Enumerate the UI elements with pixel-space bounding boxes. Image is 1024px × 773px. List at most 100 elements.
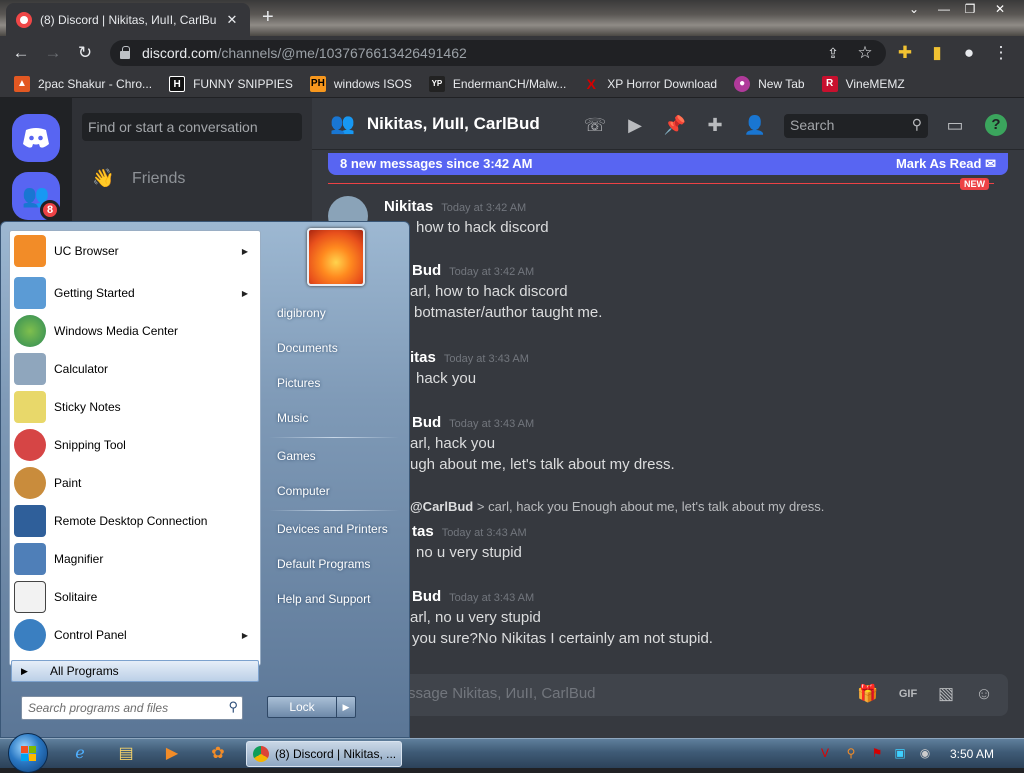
place-documents[interactable]: Documents — [277, 341, 338, 355]
message-author[interactable]: Bud — [412, 414, 441, 431]
friends-nav-item[interactable]: 👋 Friends — [92, 168, 185, 190]
help-icon[interactable]: ? — [985, 114, 1007, 136]
bookmark-item[interactable]: X XP Horror Download — [583, 76, 718, 92]
voice-call-icon[interactable]: ☏ — [583, 113, 607, 137]
reply-reference[interactable]: @CarlBud > carl, hack you Enough about m… — [410, 499, 824, 514]
member-list-icon[interactable]: 👤 — [743, 113, 767, 137]
address-bar[interactable]: discord.com/channels/@me/103767661342649… — [110, 40, 886, 66]
program-label: Sticky Notes — [54, 400, 121, 414]
internet-explorer-icon[interactable]: ℯ — [68, 742, 92, 766]
program-paint[interactable]: Paint — [12, 465, 258, 501]
add-friends-to-dm-icon[interactable]: ✚ — [703, 113, 727, 137]
program-calculator[interactable]: Calculator — [12, 351, 258, 387]
program-solitaire[interactable]: Solitaire — [12, 579, 258, 615]
star-icon[interactable]: ☆ — [854, 42, 876, 64]
program-sticky-notes[interactable]: Sticky Notes — [12, 389, 258, 425]
dm-search-input[interactable]: Find or start a conversation — [82, 113, 302, 141]
inbox-icon[interactable]: ▭ — [943, 113, 967, 137]
place-devices-printers[interactable]: Devices and Printers — [277, 522, 388, 536]
program-uc-browser[interactable]: UC Browser ▶ — [12, 233, 258, 269]
bookmark-item[interactable]: H FUNNY SNIPPIES — [169, 75, 293, 92]
tray-search-icon[interactable]: ⚲ — [844, 746, 858, 760]
lock-button[interactable]: Lock — [267, 696, 337, 718]
submenu-arrow-icon: ▶ — [241, 246, 248, 256]
start-search-placeholder: Search programs and files — [28, 701, 169, 715]
place-music[interactable]: Music — [277, 411, 308, 425]
forward-icon[interactable]: → — [42, 42, 64, 64]
message-author[interactable]: Nikitas — [384, 198, 433, 215]
place-pictures[interactable]: Pictures — [277, 376, 320, 390]
taskbar-chrome-window[interactable]: (8) Discord | Nikitas, ... — [246, 741, 402, 767]
clock[interactable]: 3:50 AM — [950, 747, 994, 761]
browser-tab-strip: (8) Discord | Nikitas, ИuII, CarlBu ✕ + … — [0, 0, 1024, 36]
place-computer[interactable]: Computer — [277, 484, 330, 498]
message-author[interactable]: Bud — [412, 262, 441, 279]
h-logo-icon: H — [169, 75, 186, 92]
video-call-icon[interactable]: ▶ — [623, 113, 647, 137]
message-content: no u very stupid — [416, 544, 522, 561]
file-explorer-icon[interactable]: ▤ — [114, 742, 138, 766]
discord-home-button[interactable] — [12, 114, 60, 162]
program-getting-started[interactable]: Getting Started ▶ — [12, 275, 258, 311]
gif-icon[interactable]: GIF — [896, 682, 920, 706]
pinned-messages-icon[interactable]: 📌 — [663, 113, 687, 137]
volume-icon[interactable]: ◉ — [918, 746, 932, 760]
network-icon[interactable]: ▣ — [893, 746, 907, 760]
tab-search-icon[interactable]: ⌄ — [902, 2, 926, 20]
reload-icon[interactable]: ↻ — [74, 42, 96, 64]
browser-tab-discord[interactable]: (8) Discord | Nikitas, ИuII, CarlBu ✕ — [6, 3, 250, 36]
program-snipping-tool[interactable]: Snipping Tool — [12, 427, 258, 463]
start-search-input[interactable]: Search programs and files ⚲ — [21, 696, 243, 720]
program-windows-media-center[interactable]: Windows Media Center — [12, 313, 258, 349]
extensions-icon[interactable]: ✚ — [894, 42, 916, 64]
message-author[interactable]: tas — [412, 523, 434, 540]
all-programs-button[interactable]: ▶ All Programs — [11, 660, 259, 682]
menu-kebab-icon[interactable]: ⋮ — [990, 42, 1012, 64]
share-icon[interactable]: ⇪ — [822, 42, 844, 64]
close-window-icon[interactable]: ✕ — [988, 2, 1012, 20]
side-panel-icon[interactable]: ▮ — [926, 42, 948, 64]
shutdown-options-arrow-icon[interactable]: ▶ — [336, 696, 356, 718]
action-center-flag-icon[interactable]: ⚑ — [870, 746, 884, 760]
message: Bud Today at 3:42 AM arl, how to hack dis… — [410, 262, 602, 321]
new-tab-button[interactable]: + — [262, 7, 274, 27]
emoji-icon[interactable]: ☺ — [972, 682, 996, 706]
program-remote-desktop[interactable]: Remote Desktop Connection — [12, 503, 258, 539]
place-games[interactable]: Games — [277, 449, 316, 463]
bookmark-item[interactable]: ▲ 2pac Shakur - Chro... — [14, 75, 152, 92]
magnifier-icon — [14, 543, 46, 575]
mark-as-read-button[interactable]: Mark As Read ✉ — [896, 156, 996, 172]
chat-search-input[interactable]: Search ⚲ — [784, 114, 928, 138]
back-icon[interactable]: ← — [10, 42, 32, 64]
close-tab-icon[interactable]: ✕ — [224, 12, 240, 28]
places-divider — [269, 510, 399, 511]
restore-icon[interactable]: ❐ — [958, 2, 982, 20]
bookmark-item[interactable]: YP EndermanCH/Malw... — [428, 75, 566, 92]
getting-started-icon — [14, 277, 46, 309]
start-button[interactable] — [8, 733, 48, 773]
place-default-programs[interactable]: Default Programs — [277, 557, 370, 571]
discord-logo-icon — [23, 128, 49, 148]
place-help-support[interactable]: Help and Support — [277, 592, 370, 606]
bookmark-label: New Tab — [758, 76, 805, 91]
uc-browser-icon[interactable]: ✿ — [206, 742, 230, 766]
program-control-panel[interactable]: Control Panel ▶ — [12, 617, 258, 653]
tray-v-icon[interactable]: V — [818, 746, 832, 760]
bookmark-item[interactable]: PH windows ISOS — [309, 75, 412, 92]
profile-avatar-icon[interactable]: ● — [958, 42, 980, 64]
media-center-icon — [14, 315, 46, 347]
url-path: /channels/@me/1037676613426491462 — [217, 45, 467, 61]
new-messages-bar[interactable]: 8 new messages since 3:42 AM Mark As Rea… — [328, 153, 1008, 175]
gift-icon[interactable]: 🎁 — [856, 682, 880, 706]
sticker-icon[interactable]: ▧ — [934, 682, 958, 706]
message-author[interactable]: Bud — [412, 588, 441, 605]
bookmark-item[interactable]: R VineMEMZ — [821, 75, 905, 92]
bookmark-item[interactable]: ● New Tab — [734, 75, 805, 92]
user-picture[interactable] — [307, 228, 365, 286]
url-host: discord.com — [142, 45, 218, 61]
minimize-icon[interactable]: — — [932, 2, 956, 20]
message-author[interactable]: itas — [410, 349, 436, 366]
program-magnifier[interactable]: Magnifier — [12, 541, 258, 577]
place-user-folder[interactable]: digibrony — [277, 306, 326, 320]
media-player-icon[interactable]: ▶ — [160, 742, 184, 766]
